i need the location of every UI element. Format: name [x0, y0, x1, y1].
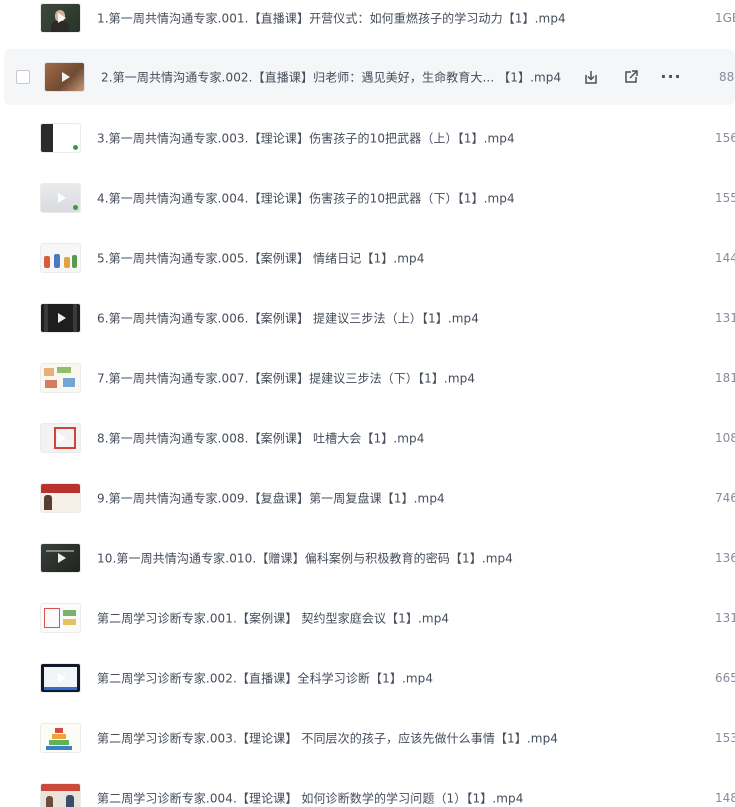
file-name[interactable]: 第二周学习诊断专家.002.【直播课】全科学习诊断【1】.mp4	[97, 670, 433, 687]
file-name[interactable]: 8.第一周共情沟通专家.008.【案例课】 吐槽大会【1】.mp4	[97, 430, 425, 447]
file-row[interactable]: 6.第一周共情沟通专家.006.【案例课】 提建议三步法（上）【1】.mp4 13…	[0, 290, 735, 346]
file-row[interactable]: 8.第一周共情沟通专家.008.【案例课】 吐槽大会【1】.mp4 108	[0, 410, 735, 466]
file-size: 131	[715, 611, 735, 625]
file-size: 108	[715, 431, 735, 445]
play-icon	[57, 553, 66, 563]
file-row[interactable]: 第二周学习诊断专家.004.【理论课】 如何诊断数学的学习问题（1）【1】.mp…	[0, 770, 735, 807]
file-row[interactable]: 2.第一周共情沟通专家.002.【直播课】归老师：遇见美好，生命教育大... 【…	[4, 49, 735, 105]
video-thumbnail[interactable]	[41, 604, 80, 632]
file-size: 746	[715, 491, 735, 505]
video-thumbnail[interactable]	[41, 244, 80, 272]
file-name[interactable]: 第二周学习诊断专家.004.【理论课】 如何诊断数学的学习问题（1）【1】.mp…	[97, 790, 523, 807]
file-row[interactable]: 7.第一周共情沟通专家.007.【案例课】提建议三步法（下）【1】.mp4 181	[0, 350, 735, 406]
file-name[interactable]: 第二周学习诊断专家.003.【理论课】 不同层次的孩子，应该先做什么事情【1】.…	[97, 730, 558, 747]
video-thumbnail[interactable]	[41, 364, 80, 392]
file-name[interactable]: 10.第一周共情沟通专家.010.【赠课】偏科案例与积极教育的密码【1】.mp4	[97, 550, 513, 567]
file-name[interactable]: 3.第一周共情沟通专家.003.【理论课】伤害孩子的10把武器（上）【1】.mp…	[97, 130, 515, 147]
file-size: 665	[715, 671, 735, 685]
play-icon	[57, 13, 66, 23]
file-name[interactable]: 2.第一周共情沟通专家.002.【直播课】归老师：遇见美好，生命教育大... 【…	[101, 69, 561, 86]
download-icon[interactable]	[582, 68, 600, 86]
file-size: 155	[715, 191, 735, 205]
video-thumbnail[interactable]	[41, 484, 80, 512]
file-name[interactable]: 6.第一周共情沟通专家.006.【案例课】 提建议三步法（上）【1】.mp4	[97, 310, 479, 327]
video-thumbnail[interactable]	[41, 784, 80, 807]
video-thumbnail[interactable]	[41, 184, 80, 212]
file-size: 1GB	[715, 11, 735, 25]
file-name[interactable]: 4.第一周共情沟通专家.004.【理论课】伤害孩子的10把武器（下）【1】.mp…	[97, 190, 515, 207]
video-thumbnail[interactable]	[41, 4, 80, 32]
file-size: 153	[715, 731, 735, 745]
file-row[interactable]: 第二周学习诊断专家.003.【理论课】 不同层次的孩子，应该先做什么事情【1】.…	[0, 710, 735, 766]
video-thumbnail[interactable]	[41, 424, 80, 452]
file-name[interactable]: 7.第一周共情沟通专家.007.【案例课】提建议三步法（下）【1】.mp4	[97, 370, 475, 387]
file-row[interactable]: 4.第一周共情沟通专家.004.【理论课】伤害孩子的10把武器（下）【1】.mp…	[0, 170, 735, 226]
file-size: 156	[715, 131, 735, 145]
file-row[interactable]: 10.第一周共情沟通专家.010.【赠课】偏科案例与积极教育的密码【1】.mp4…	[0, 530, 735, 586]
video-thumbnail[interactable]	[41, 304, 80, 332]
file-name[interactable]: 第二周学习诊断专家.001.【案例课】 契约型家庭会议【1】.mp4	[97, 610, 449, 627]
file-row[interactable]: 9.第一周共情沟通专家.009.【复盘课】第一周复盘课【1】.mp4 746	[0, 470, 735, 526]
file-row[interactable]: 第二周学习诊断专家.002.【直播课】全科学习诊断【1】.mp4 665	[0, 650, 735, 706]
play-icon	[57, 313, 66, 323]
video-thumbnail[interactable]	[41, 544, 80, 572]
file-size: 144	[715, 251, 735, 265]
play-icon	[57, 673, 66, 683]
file-row[interactable]: 1.第一周共情沟通专家.001.【直播课】开营仪式：如何重燃孩子的学习动力【1】…	[0, 0, 735, 46]
file-size: 886	[719, 70, 735, 84]
file-size: 136	[715, 551, 735, 565]
video-thumbnail[interactable]	[45, 63, 84, 91]
file-row[interactable]: 5.第一周共情沟通专家.005.【案例课】 情绪日记【1】.mp4 144	[0, 230, 735, 286]
row-checkbox[interactable]	[16, 70, 30, 84]
video-thumbnail[interactable]	[41, 124, 80, 152]
file-row[interactable]: 第二周学习诊断专家.001.【案例课】 契约型家庭会议【1】.mp4 131	[0, 590, 735, 646]
file-name[interactable]: 9.第一周共情沟通专家.009.【复盘课】第一周复盘课【1】.mp4	[97, 490, 445, 507]
play-icon	[61, 72, 70, 82]
more-options-icon[interactable]: ···	[660, 68, 680, 86]
share-icon[interactable]	[622, 68, 640, 86]
file-list: 1.第一周共情沟通专家.001.【直播课】开营仪式：如何重燃孩子的学习动力【1】…	[0, 0, 735, 807]
file-size: 131	[715, 311, 735, 325]
play-icon	[57, 433, 66, 443]
play-icon	[57, 193, 66, 203]
video-thumbnail[interactable]	[41, 724, 80, 752]
file-name[interactable]: 1.第一周共情沟通专家.001.【直播课】开营仪式：如何重燃孩子的学习动力【1】…	[97, 10, 566, 27]
row-actions: ···	[582, 67, 702, 87]
file-size: 181	[715, 371, 735, 385]
file-row[interactable]: 3.第一周共情沟通专家.003.【理论课】伤害孩子的10把武器（上）【1】.mp…	[0, 110, 735, 166]
file-name[interactable]: 5.第一周共情沟通专家.005.【案例课】 情绪日记【1】.mp4	[97, 250, 425, 267]
video-thumbnail[interactable]	[41, 664, 80, 692]
file-size: 148	[715, 791, 735, 805]
